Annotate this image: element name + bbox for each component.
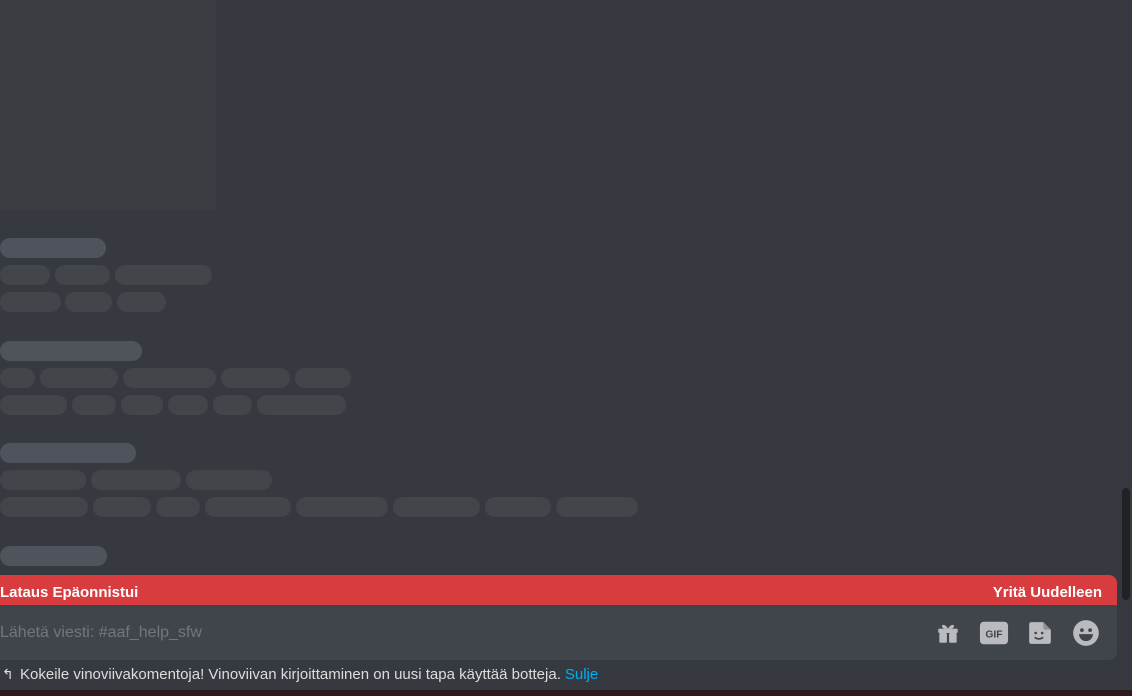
skeleton-word <box>168 395 208 415</box>
skeleton-word <box>93 497 151 517</box>
skeleton-username <box>0 546 107 566</box>
message-composer: GIF <box>0 605 1117 660</box>
svg-text:GIF: GIF <box>985 629 1002 640</box>
message-skeleton <box>0 546 700 573</box>
composer-buttons: GIF <box>933 618 1117 648</box>
skeleton-word <box>296 497 388 517</box>
message-input[interactable] <box>0 605 933 660</box>
scrollbar-thumb[interactable] <box>1122 488 1130 600</box>
skeleton-word <box>0 368 35 388</box>
slash-command-hint: ↰ Kokeile vinoviivakomentoja! Vinoviivan… <box>0 662 1132 686</box>
skeleton-word <box>117 292 166 312</box>
skeleton-word <box>295 368 351 388</box>
skeleton-word <box>91 470 181 490</box>
message-skeleton <box>0 238 700 319</box>
skeleton-word <box>205 497 291 517</box>
error-message: Lataus Epäonnistui <box>0 583 139 601</box>
skeleton-word <box>393 497 480 517</box>
skeleton-word <box>221 368 290 388</box>
skeleton-word <box>0 292 61 312</box>
skeleton-username <box>0 238 106 258</box>
skeleton-word <box>0 470 86 490</box>
gif-icon[interactable]: GIF <box>979 618 1009 648</box>
skeleton-word <box>0 395 67 415</box>
image-loading-placeholder <box>0 0 216 210</box>
skeleton-word <box>186 470 272 490</box>
bottom-edge <box>0 690 1132 696</box>
skeleton-word <box>121 395 163 415</box>
skeleton-word <box>257 395 346 415</box>
skeleton-word <box>485 497 551 517</box>
emoji-icon[interactable] <box>1071 618 1101 648</box>
skeleton-username <box>0 443 136 463</box>
message-skeleton <box>0 443 700 524</box>
skeleton-word <box>213 395 252 415</box>
skeleton-username <box>0 341 142 361</box>
close-hint-link[interactable]: Sulje <box>565 666 598 683</box>
skeleton-word <box>72 395 116 415</box>
skeleton-word <box>55 265 110 285</box>
load-error-bar: Lataus Epäonnistui Yritä Uudelleen <box>0 575 1117 609</box>
message-skeleton <box>0 341 700 422</box>
gift-icon[interactable] <box>933 618 963 648</box>
skeleton-word <box>123 368 216 388</box>
skeleton-word <box>65 292 112 312</box>
skeleton-word <box>156 497 200 517</box>
skeleton-word <box>0 265 50 285</box>
skeleton-word <box>556 497 638 517</box>
skeleton-word <box>115 265 212 285</box>
sticker-icon[interactable] <box>1025 618 1055 648</box>
hint-text: Kokeile vinoviivakomentoja! Vinoviivan k… <box>20 665 561 683</box>
skeleton-word <box>0 497 88 517</box>
retry-button[interactable]: Yritä Uudelleen <box>993 584 1102 601</box>
hint-arrow-icon: ↰ <box>2 665 14 682</box>
skeleton-word <box>40 368 118 388</box>
